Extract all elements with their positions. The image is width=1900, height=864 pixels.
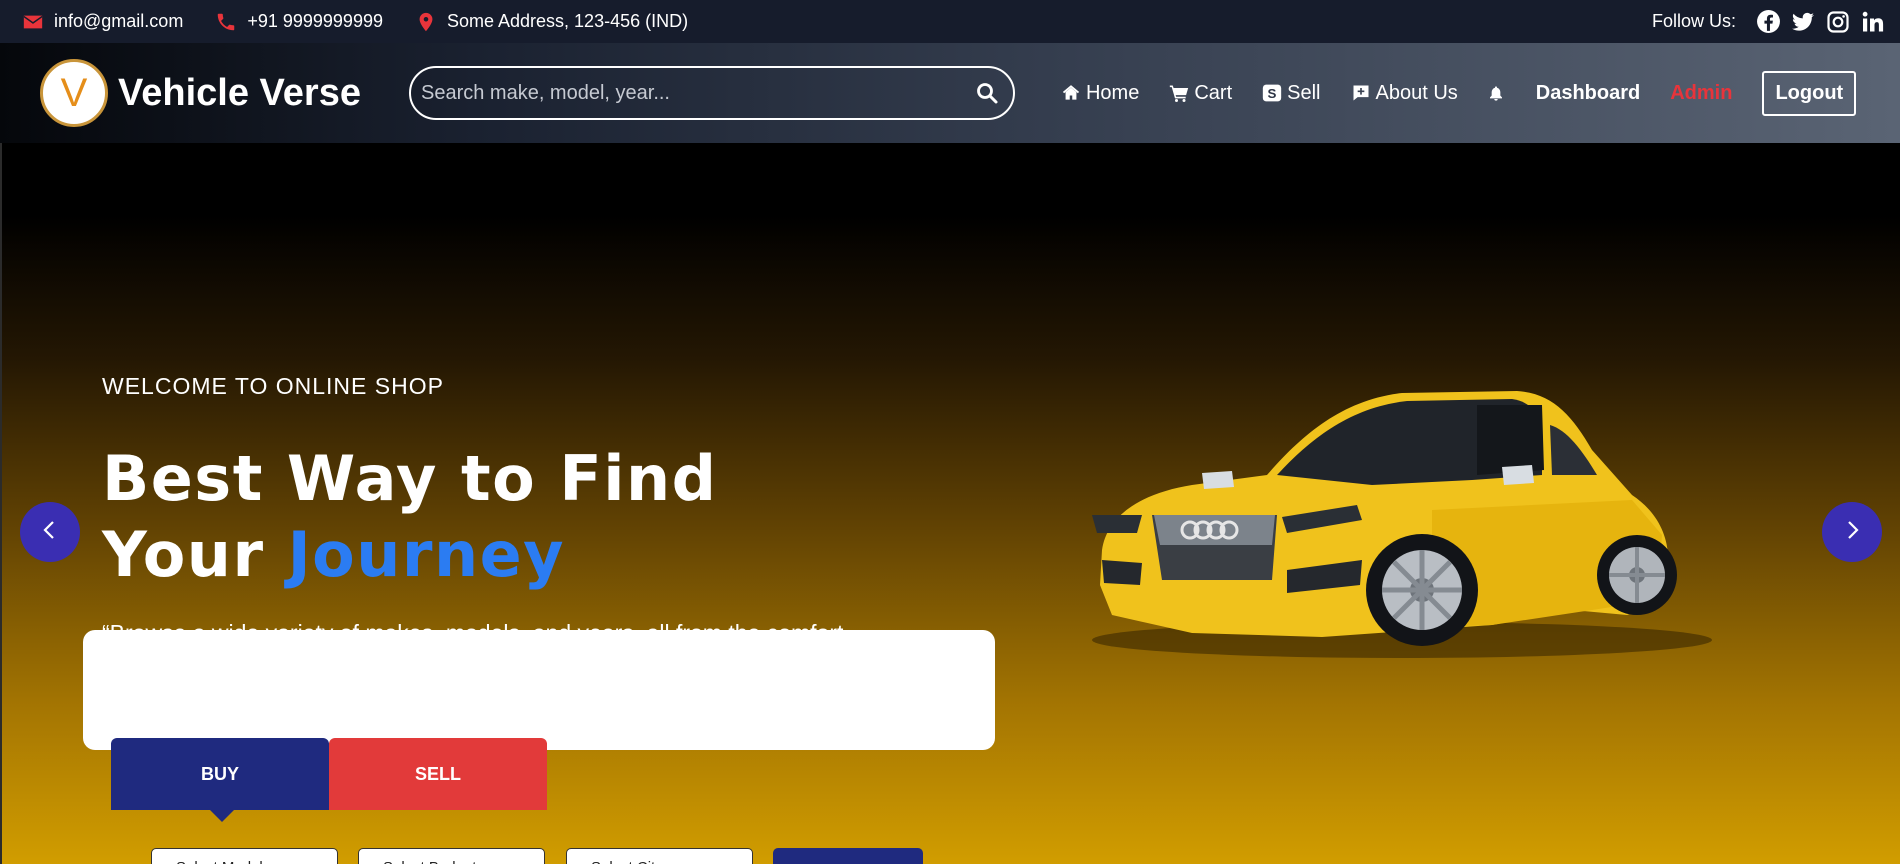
brand[interactable]: V Vehicle Verse	[40, 59, 361, 127]
select-model[interactable]: Select Model	[151, 848, 338, 864]
social-links: Follow Us:	[1652, 9, 1886, 35]
select-city[interactable]: Select City	[566, 848, 753, 864]
hero-headline: Best Way to Find Your Journey	[102, 441, 717, 593]
phone-text: +91 9999999999	[247, 11, 383, 31]
brand-logo: V	[40, 59, 108, 127]
search-bar	[408, 66, 1015, 120]
linkedin-icon[interactable]	[1860, 9, 1886, 35]
active-tab-indicator	[210, 810, 234, 822]
address-text: Some Address, 123-456 (IND)	[446, 11, 689, 31]
nav-cart[interactable]: Cart	[1169, 82, 1232, 105]
headline-accent: Journey	[287, 518, 566, 591]
bell-icon[interactable]	[1488, 84, 1506, 102]
home-icon	[1061, 83, 1081, 103]
main-navbar: V Vehicle Verse Home Cart S Sell	[0, 43, 1900, 143]
contact-address[interactable]: Some Address, 123-456 (IND)	[415, 11, 688, 33]
brand-name: Vehicle Verse	[118, 71, 361, 114]
facebook-icon[interactable]	[1755, 9, 1781, 35]
headline-line-2: Your Journey	[102, 518, 566, 591]
nav-dashboard[interactable]: Dashboard	[1536, 82, 1640, 105]
mail-icon	[22, 11, 44, 33]
message-icon	[1351, 83, 1371, 103]
sell-icon: S	[1262, 83, 1282, 103]
top-info-bar: info@gmail.com +91 9999999999 Some Addre…	[0, 0, 1900, 43]
twitter-icon[interactable]	[1790, 9, 1816, 35]
email-text: info@gmail.com	[54, 11, 184, 31]
cart-icon	[1169, 83, 1189, 103]
nav-sell[interactable]: S Sell	[1262, 82, 1321, 105]
instagram-icon[interactable]	[1825, 9, 1851, 35]
hero-kicker: WELCOME TO ONLINE SHOP	[102, 373, 444, 399]
location-pin-icon	[415, 11, 437, 33]
contact-phone[interactable]: +91 9999999999	[215, 11, 383, 33]
tab-sell[interactable]: SELL	[329, 738, 547, 810]
follow-label: Follow Us:	[1651, 11, 1736, 31]
nav-home[interactable]: Home	[1061, 82, 1139, 105]
search-button[interactable]: SEARCH	[773, 848, 923, 864]
hero-car-image	[1092, 391, 1712, 658]
carousel-prev-button[interactable]	[20, 502, 80, 562]
tab-buy[interactable]: BUY	[111, 738, 329, 810]
search-input[interactable]	[420, 81, 975, 105]
nav-admin[interactable]: Admin	[1670, 82, 1732, 105]
chevron-left-icon	[38, 518, 62, 547]
carousel-next-button[interactable]	[1822, 502, 1882, 562]
chevron-right-icon	[1840, 518, 1864, 547]
headline-line-1: Best Way to Find	[102, 442, 718, 515]
nav-about[interactable]: About Us	[1351, 82, 1458, 105]
logout-button[interactable]: Logout	[1762, 70, 1857, 116]
search-panel	[83, 630, 995, 750]
search-icon[interactable]	[975, 81, 999, 105]
svg-text:S: S	[1268, 86, 1277, 101]
select-budget[interactable]: Select Budget	[358, 848, 545, 864]
contact-email[interactable]: info@gmail.com	[22, 11, 183, 33]
phone-icon	[215, 11, 237, 33]
nav-links: Home Cart S Sell About Us Dashboard Admi…	[1061, 70, 1857, 116]
